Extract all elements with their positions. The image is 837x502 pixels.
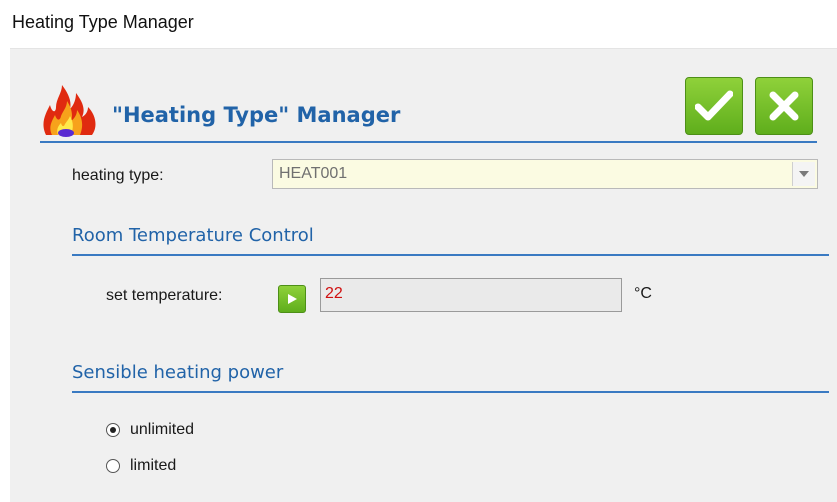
set-temperature-label: set temperature: — [106, 287, 223, 304]
radio-unlimited-label: unlimited — [130, 421, 195, 438]
room-temperature-heading: Room Temperature Control — [72, 225, 829, 256]
panel-header: "Heating Type" Manager — [40, 77, 817, 143]
radio-limited[interactable]: limited — [106, 457, 176, 475]
radio-limited-button[interactable] — [106, 459, 120, 473]
radio-limited-label: limited — [130, 457, 177, 474]
play-button[interactable] — [278, 285, 306, 313]
checkmark-icon — [695, 90, 733, 121]
ok-button[interactable] — [685, 77, 743, 135]
heating-type-select[interactable]: HEAT001 — [272, 159, 818, 189]
manager-title: "Heating Type" Manager — [112, 103, 401, 127]
close-icon — [769, 91, 799, 121]
heating-type-label: heating type: — [72, 167, 164, 184]
sensible-power-heading: Sensible heating power — [72, 362, 829, 393]
chevron-down-icon[interactable] — [792, 162, 815, 186]
radio-unlimited[interactable]: unlimited — [106, 421, 194, 439]
cancel-button[interactable] — [755, 77, 813, 135]
set-temperature-input[interactable]: 22 — [320, 278, 622, 312]
window-title: Heating Type Manager — [12, 12, 194, 32]
flame-icon — [43, 85, 96, 137]
temperature-unit: °C — [634, 285, 652, 302]
heating-type-value: HEAT001 — [279, 165, 348, 182]
set-temperature-value: 22 — [325, 285, 343, 302]
radio-unlimited-button[interactable] — [106, 423, 120, 437]
manager-panel: "Heating Type" Manager heating type: HEA… — [10, 48, 837, 502]
play-icon — [288, 294, 297, 304]
